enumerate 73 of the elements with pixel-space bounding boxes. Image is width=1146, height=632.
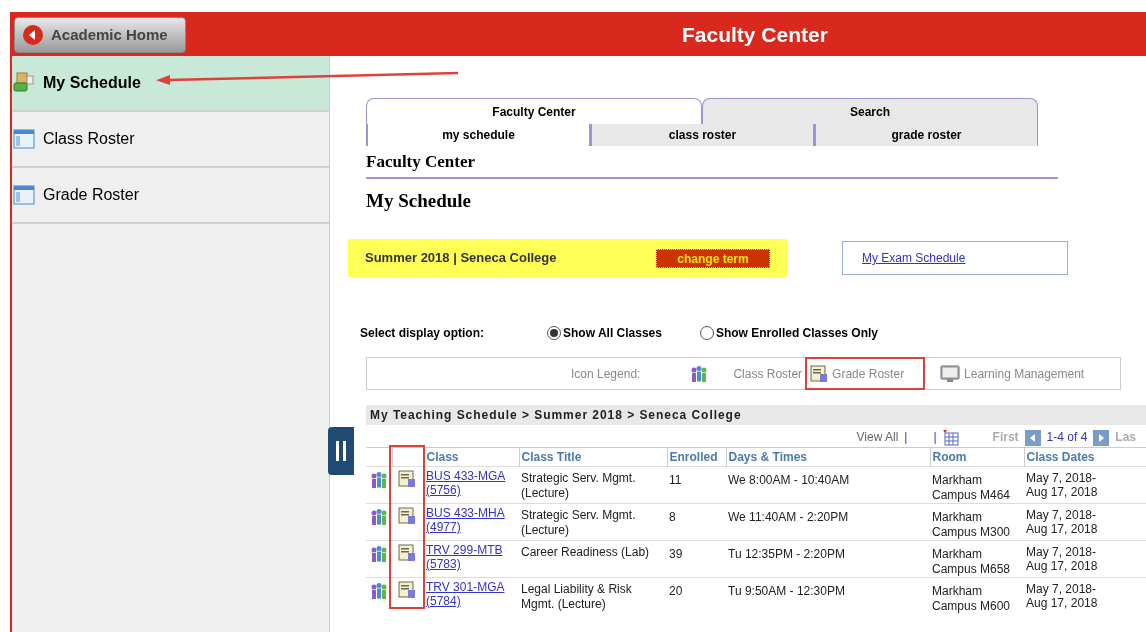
class-title-cell: Strategic Serv. Mgmt. (Lecture) xyxy=(519,503,667,541)
page-header-title: Faculty Center xyxy=(682,22,828,49)
grid-icon[interactable] xyxy=(942,430,959,446)
enrolled-cell: 8 xyxy=(667,503,726,541)
class-link[interactable]: TRV 299-MTB (5783) xyxy=(424,540,519,578)
column-header: Class xyxy=(424,447,519,467)
column-header: Days & Times xyxy=(726,447,930,467)
radio-button[interactable] xyxy=(547,326,561,340)
column-header: Enrolled xyxy=(667,447,726,467)
document-icon[interactable] xyxy=(398,470,416,488)
room-cell: Markham Campus M300 xyxy=(930,503,1024,541)
tab[interactable]: Search xyxy=(702,98,1038,124)
legend-item: Class Roster xyxy=(686,359,806,388)
class-title-cell: Career Readiness (Lab) xyxy=(519,540,667,578)
document-icon[interactable] xyxy=(398,507,416,525)
class-title-cell: Legal Liability & Risk Mgmt. (Lecture) xyxy=(519,577,667,614)
class-title-cell: Strategic Serv. Mgmt. (Lecture) xyxy=(519,466,667,504)
class-dates-cell: May 7, 2018- Aug 17, 2018 xyxy=(1024,466,1146,504)
radio-option[interactable]: Show All Classes xyxy=(547,324,662,342)
sidebar-item[interactable]: My Schedule xyxy=(12,56,329,112)
class-link[interactable]: BUS 433-MGA (5756) xyxy=(424,466,519,504)
pause-button[interactable] xyxy=(328,427,354,475)
days-times-cell: Tu 9:50AM - 12:30PM xyxy=(726,577,930,614)
section-title: My Schedule xyxy=(366,188,473,213)
exam-schedule-link[interactable]: My Exam Schedule xyxy=(862,249,966,267)
back-button[interactable]: Academic Home xyxy=(14,17,186,53)
change-term-button[interactable]: change term xyxy=(656,248,770,268)
class-link[interactable]: BUS 433-MHA (4977) xyxy=(424,503,519,541)
sidebar-item[interactable]: Class Roster xyxy=(12,112,329,168)
radio-button[interactable] xyxy=(699,326,714,340)
room-cell: Markham Campus M464 xyxy=(930,466,1024,504)
pause-icon xyxy=(335,441,347,461)
monitor-icon xyxy=(940,364,961,383)
document-icon[interactable] xyxy=(398,544,416,562)
schedule-breadcrumb: My Teaching Schedule > Summer 2018 > Seneca College xyxy=(366,405,1146,425)
days-times-cell: We 11:40AM - 2:20PM xyxy=(726,503,930,541)
class-dates-cell: May 7, 2018- Aug 17, 2018 xyxy=(1024,540,1146,578)
column-header: Room xyxy=(930,447,1024,467)
separator: | xyxy=(904,429,908,446)
document-icon[interactable] xyxy=(810,364,829,383)
subtab[interactable]: my schedule xyxy=(366,124,590,146)
days-times-cell: Tu 12:35PM - 2:20PM xyxy=(726,540,930,578)
column-header: Class Title xyxy=(519,447,667,467)
class-link[interactable]: TRV 301-MGA (5784) xyxy=(424,577,519,614)
enrolled-cell: 39 xyxy=(667,540,726,578)
term-label: Summer 2018 | Seneca College xyxy=(365,249,557,268)
class-dates-cell: May 7, 2018- Aug 17, 2018 xyxy=(1024,503,1146,541)
enrolled-cell: 11 xyxy=(667,466,726,504)
people-icon[interactable] xyxy=(369,471,389,489)
schedule-money-icon xyxy=(13,72,35,94)
document-icon[interactable] xyxy=(398,581,416,599)
legend-item: Learning Management xyxy=(937,359,1088,388)
separator: | xyxy=(933,429,937,446)
days-times-cell: We 8:00AM - 10:40AM xyxy=(726,466,930,504)
view-all-link[interactable]: View All xyxy=(856,428,899,446)
people-icon[interactable] xyxy=(369,508,389,526)
page-title: Faculty Center xyxy=(366,149,1058,179)
people-icon[interactable] xyxy=(369,545,389,563)
tab[interactable]: Faculty Center xyxy=(366,98,702,124)
legend-label: Icon Legend: xyxy=(571,365,641,383)
subtab[interactable]: grade roster xyxy=(814,124,1038,146)
legend-item: Grade Roster xyxy=(807,359,924,388)
sidebar-item[interactable]: Grade Roster xyxy=(12,168,329,224)
column-header: Class Dates xyxy=(1024,447,1146,467)
room-cell: Markham Campus M600 xyxy=(930,577,1024,614)
enrolled-cell: 20 xyxy=(667,577,726,614)
display-option-label: Select display option: xyxy=(360,325,486,342)
class-dates-cell: May 7, 2018- Aug 17, 2018 xyxy=(1024,577,1146,614)
people-icon[interactable] xyxy=(369,582,389,600)
subtab[interactable]: class roster xyxy=(590,124,814,146)
radio-option[interactable]: Show Enrolled Classes Only xyxy=(699,324,878,342)
page-range: 1-4 of 4 xyxy=(1046,429,1088,446)
room-cell: Markham Campus M658 xyxy=(930,540,1024,578)
